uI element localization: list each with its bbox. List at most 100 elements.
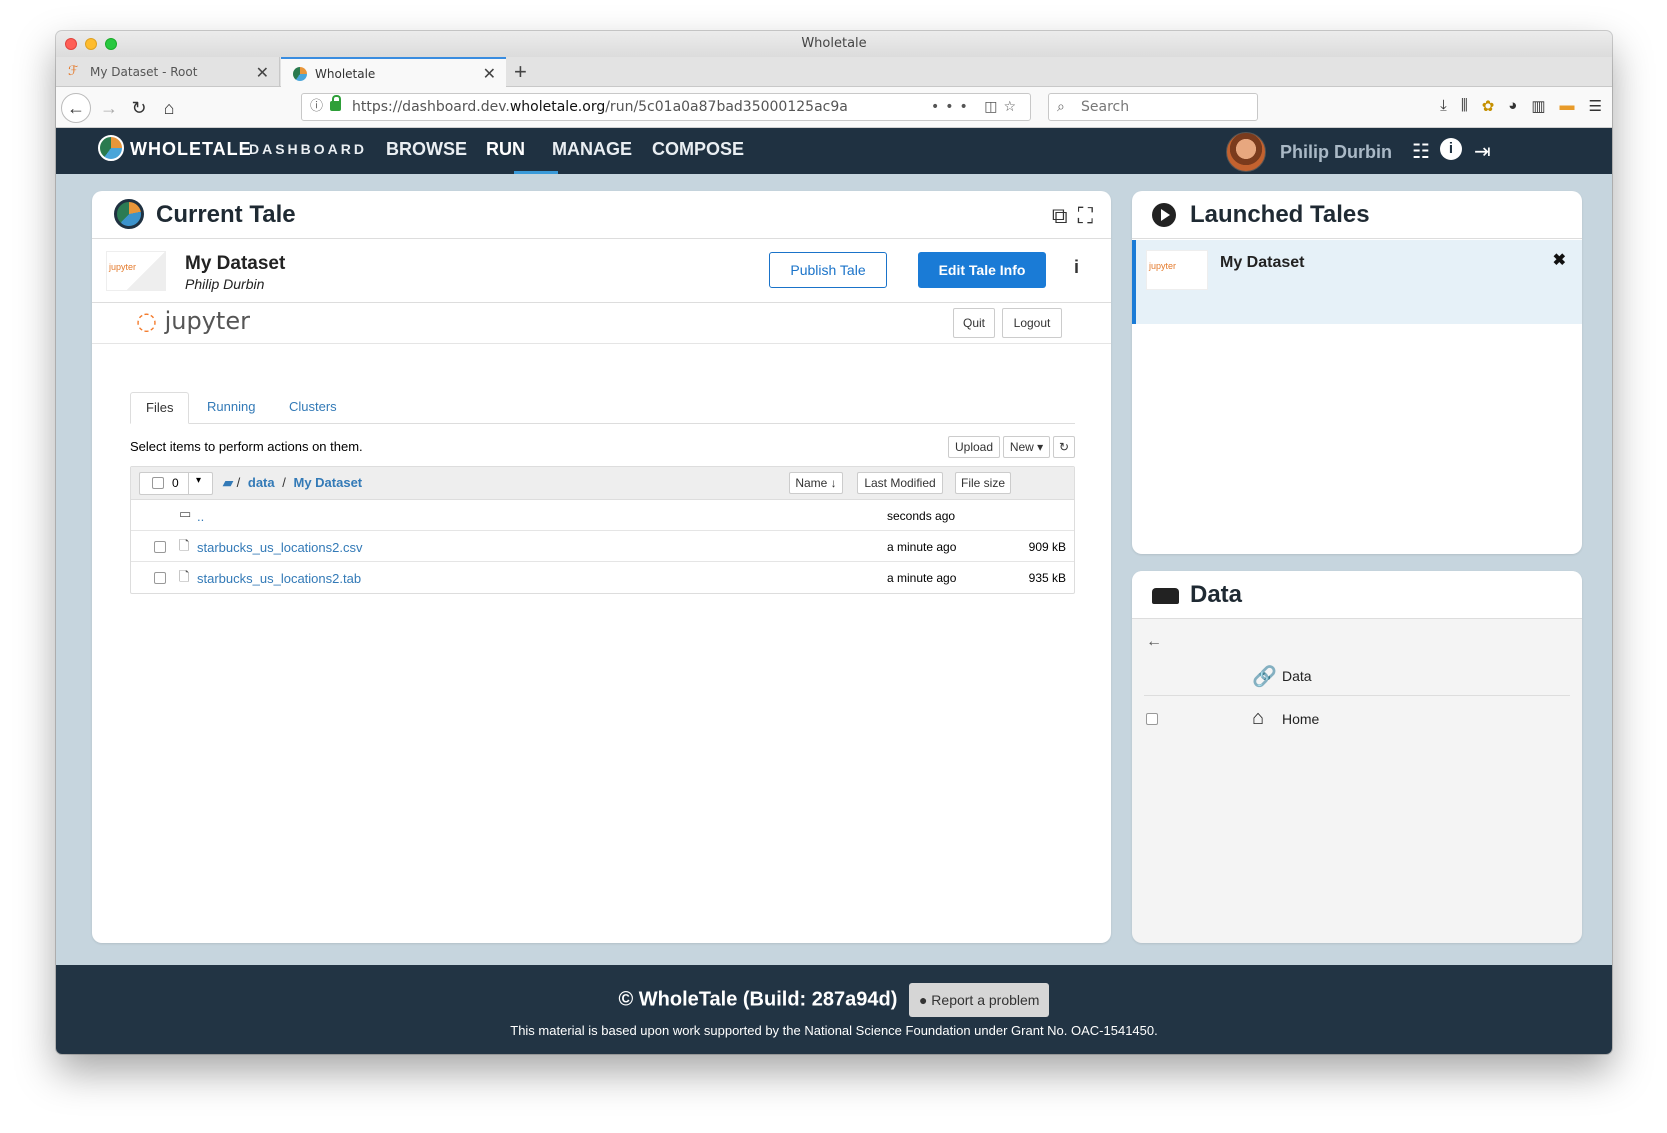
new-dropdown-button[interactable]: New ▾ <box>1003 436 1050 458</box>
panel-title: Current Tale <box>156 201 296 228</box>
refresh-icon[interactable]: ↻ <box>1053 436 1075 458</box>
logout-icon[interactable]: ⇥ <box>1474 139 1491 164</box>
nav-browse[interactable]: BROWSE <box>386 139 467 160</box>
jupyter-favicon-icon: ℱ <box>68 64 79 79</box>
address-bar[interactable]: ⓘ https://dashboard.dev.wholetale.org/ru… <box>301 93 1031 121</box>
more-icon[interactable]: ••• <box>931 99 974 115</box>
info-icon[interactable]: i <box>1440 138 1462 160</box>
jupyter-ring-icon: ◌ <box>136 307 157 335</box>
fullscreen-icon[interactable]: ⛶ <box>1078 203 1093 229</box>
file-name[interactable]: starbucks_us_locations2.csv <box>197 540 362 555</box>
forward-arrow-icon[interactable]: → <box>96 95 122 121</box>
sort-by-name-button[interactable]: Name ↓ <box>789 472 843 494</box>
extension-bear-icon[interactable]: ◕ <box>1508 97 1517 115</box>
url-prefix: https://dashboard.dev. <box>352 99 510 115</box>
file-name[interactable]: starbucks_us_locations2.tab <box>197 571 361 586</box>
list-item[interactable]: 🗋 starbucks_us_locations2.tab a minute a… <box>131 562 1074 593</box>
file-list-header: 0 ▾ ▰ / data / My Dataset Name ↓ Last Mo… <box>131 467 1074 500</box>
breadcrumb-separator: / <box>282 475 286 490</box>
bookmark-star-icon[interactable]: ☆ <box>1003 99 1022 115</box>
data-panel: Data ← 🔗 Data ⌂ Home <box>1132 571 1582 943</box>
close-tab-icon[interactable]: ✕ <box>483 64 496 83</box>
caret-down-icon[interactable]: ▾ <box>196 475 201 486</box>
sort-by-modified-button[interactable]: Last Modified <box>857 472 943 494</box>
url-path: /run/5c01a0a87bad35000125ac9a <box>605 99 848 115</box>
breadcrumb-my-dataset[interactable]: My Dataset <box>293 475 362 490</box>
launched-tale-item[interactable]: jupyter My Dataset ✖ <box>1132 240 1582 324</box>
task-list-icon[interactable]: ☷ <box>1412 139 1430 164</box>
file-size: 935 kB <box>1028 571 1066 585</box>
row-checkbox[interactable] <box>154 541 166 553</box>
search-input[interactable]: ⌕ Search <box>1048 93 1258 121</box>
jupyter-logo[interactable]: ◌ jupyter <box>136 307 250 335</box>
data-item-data[interactable]: 🔗 Data <box>1144 656 1570 696</box>
sort-by-size-button[interactable]: File size <box>955 472 1011 494</box>
menu-hamburger-icon[interactable]: ☰ <box>1589 97 1602 115</box>
data-item-label[interactable]: Data <box>1282 668 1312 684</box>
close-window-button[interactable] <box>65 38 77 50</box>
quit-button[interactable]: Quit <box>953 308 995 338</box>
select-all-control[interactable]: 0 ▾ <box>139 472 213 495</box>
tab-label: My Dataset - Root <box>90 65 198 79</box>
brand-name[interactable]: WHOLETALE <box>130 139 252 160</box>
publish-tale-button[interactable]: Publish Tale <box>769 252 887 288</box>
nav-run[interactable]: RUN <box>486 139 525 160</box>
nav-manage[interactable]: MANAGE <box>552 139 632 160</box>
page-info-icon[interactable]: ⓘ <box>310 94 323 120</box>
breadcrumb-data[interactable]: data <box>248 475 275 490</box>
tab-clusters[interactable]: Clusters <box>274 392 352 424</box>
reload-icon[interactable]: ↻ <box>126 95 152 121</box>
report-problem-button[interactable]: ● Report a problem <box>908 983 1050 1017</box>
folder-icon[interactable]: ▰ <box>223 475 233 490</box>
downloads-icon[interactable]: ⤓ <box>1440 97 1447 115</box>
library-icon[interactable]: ⫼ <box>1461 97 1468 115</box>
panel-title: Data <box>1190 581 1243 608</box>
edit-tale-info-button[interactable]: Edit Tale Info <box>918 252 1046 288</box>
launched-tales-header: Launched Tales <box>1132 191 1582 239</box>
row-checkbox[interactable] <box>1146 713 1158 725</box>
file-name[interactable]: .. <box>197 509 204 524</box>
pocket-icon[interactable]: ◫ <box>984 99 1003 115</box>
row-checkbox[interactable] <box>154 572 166 584</box>
tale-info-icon[interactable]: i <box>1074 257 1079 278</box>
back-arrow-icon[interactable]: ← <box>61 93 91 123</box>
tab-files[interactable]: Files <box>130 392 190 424</box>
select-all-checkbox[interactable] <box>152 477 164 489</box>
page-footer: © WholeTale (Build: 287a94d) ● Report a … <box>56 965 1612 1054</box>
wholetale-logo-icon[interactable] <box>98 135 124 161</box>
upload-button[interactable]: Upload <box>948 436 1000 458</box>
launched-tale-name[interactable]: My Dataset <box>1220 254 1304 272</box>
link-icon: 🔗 <box>1252 666 1277 688</box>
data-item-label[interactable]: Home <box>1282 711 1319 727</box>
list-item[interactable]: ▭ .. seconds ago <box>131 500 1074 531</box>
jupyter-tabs: Files Running Clusters <box>130 392 1075 424</box>
browser-tab-wholetale[interactable]: Wholetale ✕ <box>281 57 506 88</box>
data-item-home[interactable]: ⌂ Home <box>1132 699 1582 739</box>
close-tab-icon[interactable]: ✕ <box>256 63 269 82</box>
browser-toolbar: ← → ↻ ⌂ ⓘ https://dashboard.dev.wholetal… <box>56 87 1612 128</box>
user-name[interactable]: Philip Durbin <box>1280 142 1392 163</box>
extension-icon[interactable]: ✿ <box>1482 97 1495 115</box>
avatar[interactable] <box>1226 132 1266 172</box>
list-item[interactable]: 🗋 starbucks_us_locations2.csv a minute a… <box>131 531 1074 562</box>
zoom-window-button[interactable] <box>105 38 117 50</box>
home-icon[interactable]: ⌂ <box>156 95 182 121</box>
nav-compose[interactable]: COMPOSE <box>652 139 744 160</box>
home-icon: ⌂ <box>1252 707 1265 729</box>
logout-button[interactable]: Logout <box>1002 308 1062 338</box>
back-arrow-icon[interactable]: ← <box>1146 633 1162 651</box>
folder-outline-icon: ▭ <box>179 506 192 521</box>
file-size: 909 kB <box>1028 540 1066 554</box>
close-icon[interactable]: ✖ <box>1553 250 1566 270</box>
sidebar-icon[interactable]: ▥ <box>1531 97 1545 115</box>
panel-title: Launched Tales <box>1190 201 1370 228</box>
search-icon: ⌕ <box>1057 99 1065 115</box>
thumb-text: jupyter <box>1149 261 1177 271</box>
extension-badge-icon[interactable]: ▬ <box>1560 97 1575 115</box>
file-list: 0 ▾ ▰ / data / My Dataset Name ↓ Last Mo… <box>130 466 1075 594</box>
browser-tab-my-dataset[interactable]: ℱ My Dataset - Root ✕ <box>56 57 280 87</box>
new-tab-icon[interactable]: + <box>514 59 527 85</box>
minimize-window-button[interactable] <box>85 38 97 50</box>
tab-running[interactable]: Running <box>192 392 270 424</box>
open-external-icon[interactable]: ⧉ <box>1052 203 1068 229</box>
